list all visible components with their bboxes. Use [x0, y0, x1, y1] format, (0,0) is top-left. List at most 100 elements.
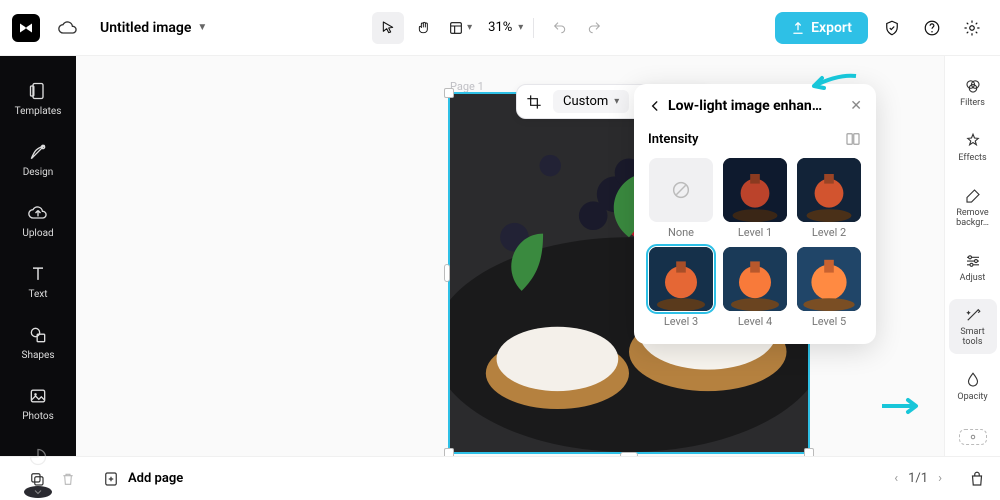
sidebar-item-label: Shapes — [22, 350, 55, 361]
help-icon — [923, 19, 941, 37]
resize-handle-tl[interactable] — [444, 88, 454, 98]
add-page-button[interactable]: Add page — [102, 470, 183, 488]
intensity-grid: None Level 1 Level 2 Level 3 Level 4 — [648, 158, 862, 328]
panel-header: Low-light image enhan… ✕ — [648, 98, 862, 114]
chevron-down-icon: ▾ — [614, 96, 619, 107]
settings-button[interactable] — [956, 12, 988, 44]
shield-button[interactable] — [876, 12, 908, 44]
cursor-icon — [380, 20, 396, 36]
help-button[interactable] — [916, 12, 948, 44]
page-indicator: 1/1 — [908, 471, 928, 486]
templates-icon — [27, 80, 49, 102]
photos-icon — [27, 385, 49, 407]
cloud-sync-button[interactable] — [52, 12, 84, 44]
shopping-button[interactable] — [968, 470, 986, 488]
sidebar-item-upload[interactable]: Upload — [0, 196, 76, 245]
rail-item-filters[interactable]: Filters — [949, 70, 997, 115]
gear-icon — [963, 19, 981, 37]
zoom-dropdown[interactable]: 31% ▾ — [488, 20, 523, 35]
document-title: Untitled image — [100, 20, 191, 36]
page-pager: ‹ 1/1 › — [894, 471, 942, 486]
shield-icon — [883, 19, 901, 37]
rail-label: Effects — [958, 154, 986, 164]
filters-icon — [963, 76, 983, 96]
resize-handle-bl[interactable] — [444, 448, 454, 456]
crop-icon[interactable] — [525, 93, 543, 111]
rail-label: Smart tools — [951, 328, 995, 348]
rail-item-opacity[interactable]: Opacity — [949, 364, 997, 409]
upload-icon — [27, 202, 49, 224]
layout-tool-button[interactable]: ▾ — [444, 12, 476, 44]
resize-handle-ml[interactable] — [444, 264, 450, 282]
capcut-logo-icon — [17, 19, 35, 37]
thumb-label: Level 1 — [738, 226, 772, 239]
select-tool-button[interactable] — [372, 12, 404, 44]
compare-icon — [844, 130, 862, 148]
sidebar-item-templates[interactable]: Templates — [0, 74, 76, 123]
chevron-down-icon: ▾ — [518, 22, 523, 33]
panel-close-button[interactable]: ✕ — [850, 98, 862, 114]
intensity-option-level3[interactable]: Level 3 — [648, 247, 714, 328]
add-page-label: Add page — [128, 471, 183, 486]
redo-icon — [586, 20, 602, 36]
design-icon — [27, 141, 49, 163]
rail-crop-button[interactable] — [959, 429, 987, 445]
prev-page-button[interactable]: ‹ — [894, 471, 898, 486]
rail-item-smart-tools[interactable]: Smart tools — [949, 299, 997, 354]
intensity-option-level2[interactable]: Level 2 — [796, 158, 862, 239]
magic-wand-icon — [963, 305, 983, 325]
next-page-button[interactable]: › — [938, 471, 942, 486]
layout-icon — [448, 20, 464, 36]
sidebar-item-label: Design — [23, 167, 54, 178]
left-sidebar: Templates Design Upload Text Shapes Phot… — [0, 56, 76, 456]
sidebar-item-text[interactable]: Text — [0, 257, 76, 306]
sidebar-item-shapes[interactable]: Shapes — [0, 318, 76, 367]
rail-label: Adjust — [960, 274, 986, 284]
panel-back-button[interactable] — [648, 99, 662, 113]
rail-label: Filters — [960, 99, 985, 109]
document-title-dropdown[interactable]: Untitled image ▼ — [100, 20, 207, 36]
export-label: Export — [811, 20, 852, 36]
intensity-option-level1[interactable]: Level 1 — [722, 158, 788, 239]
sidebar-item-more[interactable] — [0, 440, 76, 474]
intensity-option-level4[interactable]: Level 4 — [722, 247, 788, 328]
crop-aspect-dropdown[interactable]: Custom ▾ — [553, 90, 629, 113]
canvas-area[interactable]: Page 1 — [76, 56, 944, 456]
compare-button[interactable] — [844, 130, 862, 148]
divider — [533, 18, 534, 38]
thumb-label: Level 5 — [812, 315, 846, 328]
annotation-arrow — [880, 396, 924, 416]
shapes-icon — [27, 324, 49, 346]
rail-item-adjust[interactable]: Adjust — [949, 245, 997, 290]
resize-handle-br[interactable] — [804, 448, 814, 456]
thumb-label: Level 2 — [812, 226, 846, 239]
panel-section-label: Intensity — [648, 132, 699, 147]
chevron-down-icon: ▼ — [197, 22, 207, 33]
resize-handle-mb[interactable] — [620, 452, 638, 456]
opacity-icon — [963, 370, 983, 390]
main-body: Templates Design Upload Text Shapes Phot… — [0, 56, 1000, 456]
rail-item-effects[interactable]: Effects — [949, 125, 997, 170]
chevron-down-icon: ▾ — [467, 22, 472, 33]
focus-icon — [966, 430, 980, 444]
undo-button[interactable] — [544, 12, 576, 44]
none-icon — [670, 179, 692, 201]
top-bar: Untitled image ▼ ▾ 31% ▾ — [0, 0, 1000, 56]
undo-icon — [552, 20, 568, 36]
delete-button[interactable] — [60, 471, 76, 487]
hand-tool-button[interactable] — [408, 12, 440, 44]
rail-item-remove-bg[interactable]: Remove backgr… — [949, 180, 997, 235]
sidebar-item-photos[interactable]: Photos — [0, 379, 76, 428]
redo-button[interactable] — [578, 12, 610, 44]
zoom-value: 31% — [488, 20, 512, 35]
adjust-icon — [963, 251, 983, 271]
thumb-label: None — [668, 226, 694, 239]
sidebar-item-design[interactable]: Design — [0, 135, 76, 184]
app-logo[interactable] — [12, 14, 40, 42]
top-right-tools: Export — [775, 12, 988, 44]
intensity-option-level5[interactable]: Level 5 — [796, 247, 862, 328]
intensity-option-none[interactable]: None — [648, 158, 714, 239]
export-button[interactable]: Export — [775, 12, 868, 44]
effects-icon — [963, 131, 983, 151]
sidebar-item-label: Upload — [22, 228, 53, 239]
